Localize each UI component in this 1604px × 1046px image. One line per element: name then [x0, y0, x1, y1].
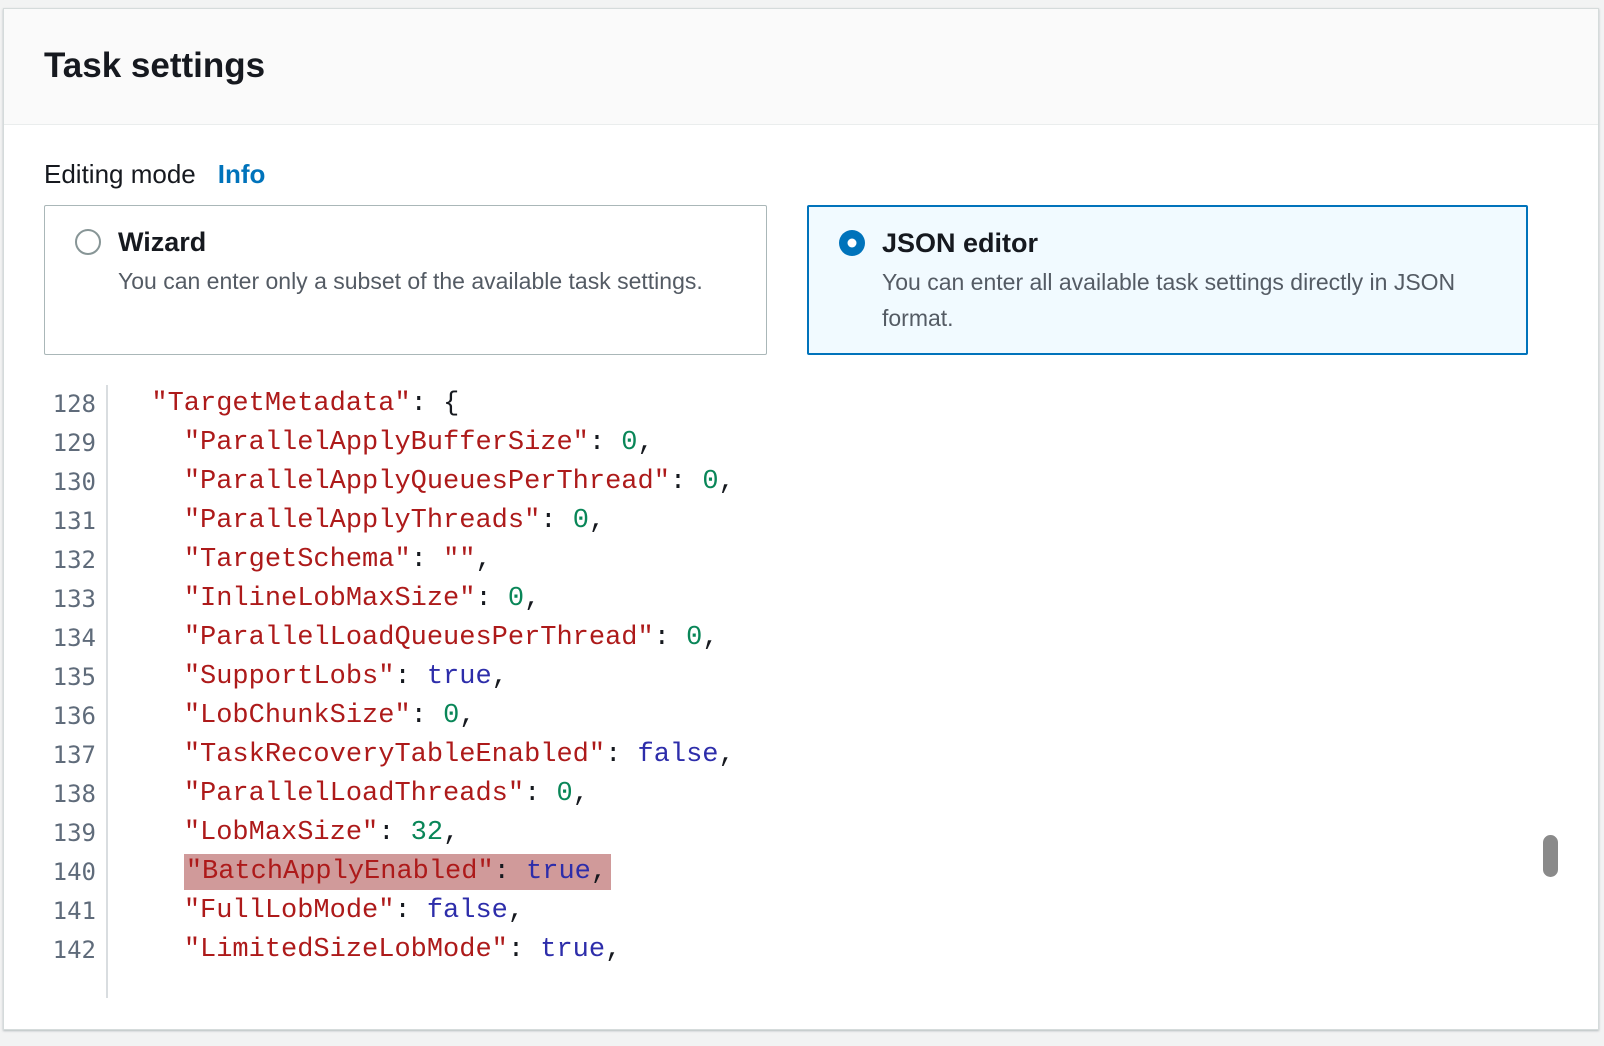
- radio-unselected-icon[interactable]: [75, 229, 101, 255]
- line-number: 141: [44, 892, 108, 931]
- line-content: "ParallelLoadThreads": 0,: [108, 775, 589, 814]
- card-body: Editing mode Info Wizard You can enter o…: [4, 125, 1598, 998]
- line-number: 134: [44, 619, 108, 658]
- code-line: 130 "ParallelApplyQueuesPerThread": 0,: [44, 463, 1558, 502]
- code-line: 137 "TaskRecoveryTableEnabled": false,: [44, 736, 1558, 775]
- line-number: 138: [44, 775, 108, 814]
- option-text: JSON editor You can enter all available …: [882, 224, 1497, 336]
- line-number: 137: [44, 736, 108, 775]
- line-number: 129: [44, 424, 108, 463]
- card-header: Task settings: [4, 9, 1598, 125]
- option-label: JSON editor: [882, 224, 1497, 262]
- option-tile-wizard[interactable]: Wizard You can enter only a subset of th…: [44, 205, 767, 355]
- page-title: Task settings: [44, 43, 1558, 89]
- line-number: [44, 970, 108, 998]
- code-line: 133 "InlineLobMaxSize": 0,: [44, 580, 1558, 619]
- option-label: Wizard: [118, 223, 703, 261]
- code-line: 140 "BatchApplyEnabled": true,: [44, 853, 1558, 892]
- code-line: 142 "LimitedSizeLobMode": true,: [44, 931, 1558, 970]
- json-editor-content[interactable]: 128 "TargetMetadata": {129 "ParallelAppl…: [44, 385, 1558, 998]
- line-content: "ParallelApplyQueuesPerThread": 0,: [108, 463, 735, 502]
- line-content: "SupportLobs": true,: [108, 658, 508, 697]
- code-line: 138 "ParallelLoadThreads": 0,: [44, 775, 1558, 814]
- radio-selected-icon[interactable]: [839, 230, 865, 256]
- code-line: 132 "TargetSchema": "",: [44, 541, 1558, 580]
- editing-mode-options: Wizard You can enter only a subset of th…: [44, 205, 1558, 355]
- code-line: 141 "FullLobMode": false,: [44, 892, 1558, 931]
- option-description: You can enter only a subset of the avail…: [118, 263, 703, 299]
- line-content: "TargetSchema": "",: [108, 541, 492, 580]
- line-number: 128: [44, 385, 108, 424]
- line-content: "LobMaxSize": 32,: [108, 814, 459, 853]
- line-number: 133: [44, 580, 108, 619]
- code-line: 135 "SupportLobs": true,: [44, 658, 1558, 697]
- line-number: 132: [44, 541, 108, 580]
- line-number: 135: [44, 658, 108, 697]
- code-line: 136 "LobChunkSize": 0,: [44, 697, 1558, 736]
- option-tile-json-editor[interactable]: JSON editor You can enter all available …: [807, 205, 1528, 355]
- line-number: 131: [44, 502, 108, 541]
- code-line: 139 "LobMaxSize": 32,: [44, 814, 1558, 853]
- editing-mode-label-row: Editing mode Info: [44, 159, 1558, 190]
- line-content: "BatchApplyEnabled": true,: [108, 853, 611, 892]
- code-line: 134 "ParallelLoadQueuesPerThread": 0,: [44, 619, 1558, 658]
- editing-mode-label: Editing mode: [44, 159, 196, 190]
- task-settings-card: Task settings Editing mode Info Wizard Y…: [3, 8, 1599, 1030]
- line-content: "LimitedSizeLobMode": true,: [108, 931, 621, 970]
- code-line: 129 "ParallelApplyBufferSize": 0,: [44, 424, 1558, 463]
- option-description: You can enter all available task setting…: [882, 264, 1497, 336]
- line-number: 140: [44, 853, 108, 892]
- line-content: "ParallelLoadQueuesPerThread": 0,: [108, 619, 719, 658]
- code-line: 128 "TargetMetadata": {: [44, 385, 1558, 424]
- line-content: "LobChunkSize": 0,: [108, 697, 475, 736]
- line-number: 136: [44, 697, 108, 736]
- info-link[interactable]: Info: [218, 159, 266, 190]
- line-content: "FullLobMode": false,: [108, 892, 524, 931]
- code-line: 131 "ParallelApplyThreads": 0,: [44, 502, 1558, 541]
- line-content: "TaskRecoveryTableEnabled": false,: [108, 736, 735, 775]
- scrollbar-thumb[interactable]: [1543, 835, 1558, 877]
- line-number: 142: [44, 931, 108, 970]
- highlighted-code: "BatchApplyEnabled": true,: [184, 854, 611, 890]
- line-number: 130: [44, 463, 108, 502]
- line-content: "TargetMetadata": {: [108, 385, 459, 424]
- code-line-blank: [44, 970, 1558, 998]
- line-number: 139: [44, 814, 108, 853]
- line-content: "ParallelApplyThreads": 0,: [108, 502, 605, 541]
- line-content: "ParallelApplyBufferSize": 0,: [108, 424, 654, 463]
- option-text: Wizard You can enter only a subset of th…: [118, 223, 703, 299]
- line-content: "InlineLobMaxSize": 0,: [108, 580, 540, 619]
